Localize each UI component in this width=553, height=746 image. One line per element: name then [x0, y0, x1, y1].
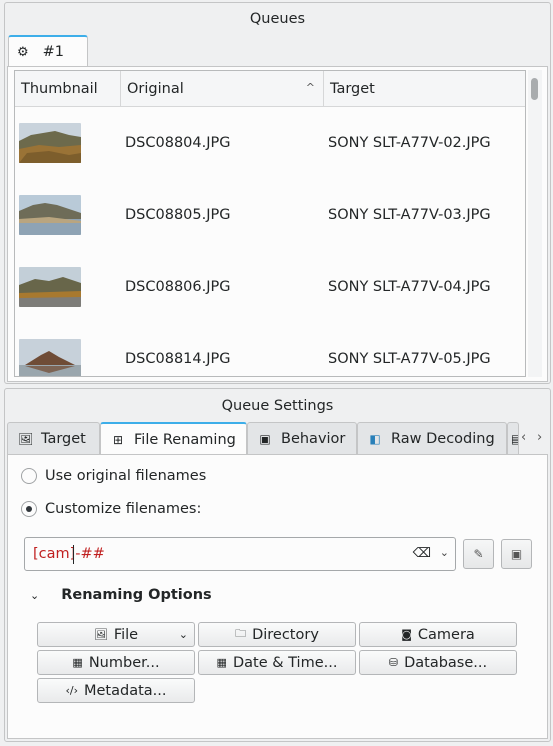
folder-icon: 🗀	[235, 627, 247, 640]
tab-target[interactable]: 🖼 Target	[7, 422, 100, 454]
code-icon: ‹/›	[65, 684, 78, 697]
pencil-icon: ✎	[473, 547, 484, 561]
tab-file-renaming-label: File Renaming	[134, 431, 236, 448]
queue-settings-title: Queue Settings	[221, 398, 334, 414]
calculator-icon: ▦	[72, 656, 83, 669]
sort-ascending-icon: ^	[305, 81, 315, 94]
tab-raw-decoding[interactable]: ◧ Raw Decoding	[357, 422, 507, 454]
thumbnail-image	[19, 267, 81, 307]
gear-icon: ⚙	[17, 44, 29, 60]
settings-tab-bar: 🖼 Target ⊞ File Renaming ▣ Behavior ◧ Ra…	[7, 422, 548, 455]
table-header: Thumbnail Original ^ Target	[15, 71, 525, 107]
database-icon: ⛁	[388, 656, 399, 669]
directory-button-label: Directory	[252, 626, 319, 643]
tab-queue-1[interactable]: ⚙ #1	[8, 35, 88, 67]
metadata-button-label: Metadata...	[84, 682, 167, 699]
queues-panel: Queues ⚙ #1 Thumbnail Original ^ Target	[4, 2, 551, 384]
target-filename: SONY SLT-A77V-04.JPG	[328, 279, 491, 295]
rename-icon: ⊞	[112, 432, 124, 447]
thumbnail-image	[19, 339, 81, 376]
metadata-button[interactable]: ‹/› Metadata...	[37, 678, 195, 703]
file-button-label: File	[113, 626, 139, 643]
image-icon: 🖼	[93, 628, 108, 641]
file-renaming-panel: Use original filenames Customize filenam…	[7, 454, 548, 739]
column-header-original-label: Original	[127, 81, 184, 97]
radio-original-filenames[interactable]: Use original filenames	[21, 468, 206, 484]
file-button[interactable]: 🖼 File ⌄	[37, 622, 195, 647]
tab-scroll-right-icon[interactable]: ›	[537, 430, 542, 445]
tab-overflow[interactable]: ▤	[507, 422, 519, 454]
directory-button[interactable]: 🗀 Directory	[198, 622, 356, 647]
overflow-tab-icon: ▤	[511, 432, 518, 446]
queues-title: Queues	[249, 11, 306, 27]
queue-table[interactable]: Thumbnail Original ^ Target DSC08804.JPG…	[14, 70, 526, 377]
scrollbar-handle[interactable]	[531, 78, 538, 100]
radio-customize-filenames[interactable]: Customize filenames:	[21, 501, 201, 517]
comment-icon: ▣	[510, 547, 523, 561]
rename-pattern-text: [cam]-##	[33, 546, 105, 562]
chevron-down-icon: ⌄	[30, 588, 40, 602]
renaming-options-label: Renaming Options	[61, 587, 212, 603]
original-filename: DSC08806.JPG	[125, 279, 231, 295]
tab-raw-decoding-label: Raw Decoding	[391, 430, 495, 447]
thumbnail-image	[19, 195, 81, 235]
text-caret	[73, 545, 74, 564]
database-button[interactable]: ⛁ Database...	[359, 650, 517, 675]
target-filename: SONY SLT-A77V-05.JPG	[328, 351, 491, 367]
clear-text-icon[interactable]: ⌫	[413, 546, 431, 561]
radio-unchecked-icon[interactable]	[21, 468, 37, 484]
table-row[interactable]: DSC08805.JPG SONY SLT-A77V-03.JPG	[15, 179, 525, 251]
radio-checked-icon[interactable]	[21, 501, 37, 517]
behavior-icon: ▣	[259, 431, 271, 446]
target-filename: SONY SLT-A77V-03.JPG	[328, 207, 491, 223]
calendar-icon: ▦	[216, 656, 227, 669]
number-button-label: Number...	[88, 654, 160, 671]
table-row[interactable]: DSC08804.JPG SONY SLT-A77V-02.JPG	[15, 107, 525, 179]
chevron-down-icon: ⌄	[178, 628, 188, 641]
number-button[interactable]: ▦ Number...	[37, 650, 195, 675]
renaming-options-toggle[interactable]: ⌄ Renaming Options	[30, 587, 212, 603]
edit-pattern-button[interactable]: ✎	[463, 539, 494, 569]
thumbnail-image	[19, 123, 81, 163]
column-header-target[interactable]: Target	[324, 71, 525, 107]
camera-button[interactable]: ◙ Camera	[359, 622, 517, 647]
vertical-scrollbar[interactable]	[528, 70, 542, 377]
date-time-button-label: Date & Time...	[232, 654, 338, 671]
target-filename: SONY SLT-A77V-02.JPG	[328, 135, 491, 151]
radio-customize-label: Customize filenames:	[45, 501, 202, 517]
image-icon: 🖼	[18, 431, 34, 446]
tab-target-label: Target	[41, 430, 86, 447]
camera-icon: ◙	[401, 628, 412, 641]
pattern-info-button[interactable]: ▣	[501, 539, 532, 569]
original-filename: DSC08805.JPG	[125, 207, 231, 223]
raw-icon: ◧	[369, 431, 381, 446]
camera-button-label: Camera	[417, 626, 475, 643]
original-filename: DSC08814.JPG	[125, 351, 231, 367]
table-row[interactable]: DSC08806.JPG SONY SLT-A77V-04.JPG	[15, 251, 525, 323]
queue-tab-label: #1	[42, 44, 65, 60]
queue-frame: Thumbnail Original ^ Target DSC08804.JPG…	[7, 66, 548, 382]
database-button-label: Database...	[404, 654, 488, 671]
column-header-thumbnail[interactable]: Thumbnail	[15, 71, 121, 107]
date-time-button[interactable]: ▦ Date & Time...	[198, 650, 356, 675]
rename-pattern-input[interactable]: [cam]-## ⌫ ⌄	[24, 537, 456, 571]
tab-scroll-left-icon[interactable]: ‹	[521, 430, 526, 445]
column-header-original[interactable]: Original ^	[121, 71, 324, 107]
tab-behavior-label: Behavior	[281, 430, 346, 447]
original-filename: DSC08804.JPG	[125, 135, 231, 151]
tab-behavior[interactable]: ▣ Behavior	[247, 422, 357, 454]
queue-settings-panel: Queue Settings 🖼 Target ⊞ File Renaming …	[4, 388, 551, 742]
tab-file-renaming[interactable]: ⊞ File Renaming	[100, 422, 247, 455]
chevron-down-icon[interactable]: ⌄	[440, 546, 449, 559]
table-row[interactable]: DSC08814.JPG SONY SLT-A77V-05.JPG	[15, 323, 525, 376]
radio-original-label: Use original filenames	[45, 468, 207, 484]
